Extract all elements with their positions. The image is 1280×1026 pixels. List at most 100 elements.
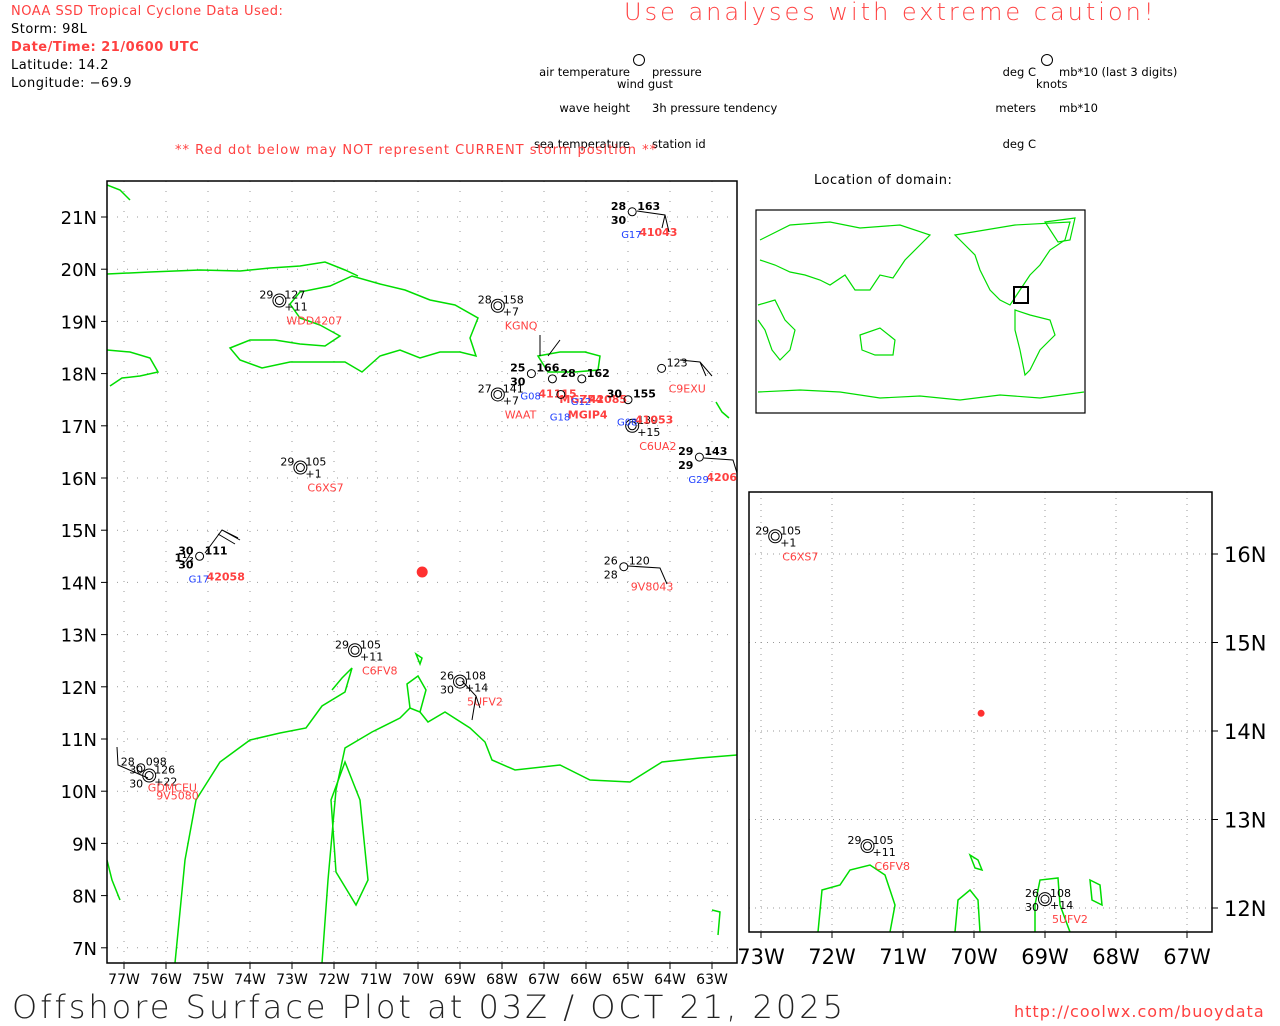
station-circle-icon bbox=[577, 374, 587, 384]
air-temperature: 29 bbox=[755, 524, 769, 537]
pressure-tendency: +7 bbox=[503, 306, 519, 319]
station-5ufv2[interactable]: 2630108+145UFV2 bbox=[440, 670, 503, 709]
station-id: 41053 bbox=[635, 414, 673, 427]
station-circle-icon bbox=[493, 389, 503, 399]
station-wdd4207[interactable]: 29 127+11WDD4207 bbox=[259, 289, 342, 328]
station-circle-icon bbox=[526, 369, 536, 379]
station-id: WDD4207 bbox=[286, 315, 342, 328]
air-temperature: 29 bbox=[335, 638, 349, 651]
station-circle-icon bbox=[694, 452, 704, 462]
station-id: 5UFV2 bbox=[467, 696, 503, 709]
lon-tick-label: 67W bbox=[1163, 945, 1211, 969]
plot-title: Offshore Surface Plot at 03Z / OCT 21, 2… bbox=[12, 988, 846, 1026]
lon-tick-label: 70W bbox=[950, 945, 998, 969]
pressure-tendency: +1 bbox=[780, 536, 796, 549]
pressure: 166 bbox=[536, 362, 559, 375]
station-circle-icon bbox=[144, 771, 154, 781]
wind-barbs bbox=[116, 210, 737, 779]
station-id: GDMCEU bbox=[148, 782, 197, 795]
station-c6fv8[interactable]: 29 105+11C6FV8 bbox=[335, 638, 398, 677]
station-circle-icon bbox=[195, 551, 205, 561]
buoy-tag: G29 bbox=[688, 475, 708, 486]
station-c6fv8[interactable]: 29 105+11C6FV8 bbox=[848, 834, 911, 873]
station-circle-icon bbox=[493, 301, 503, 311]
lat-tick-label: 18N bbox=[61, 365, 97, 386]
lon-tick-label: 73W bbox=[737, 945, 785, 969]
cuba-coastline bbox=[107, 184, 359, 277]
lat-tick-label: 17N bbox=[61, 417, 97, 438]
pressure-tendency: +11 bbox=[873, 846, 896, 859]
sea-temperature: 29 bbox=[678, 459, 693, 472]
sea-temperature: 30 bbox=[440, 684, 454, 697]
station-41043[interactable]: 2830 163 41043G17 bbox=[611, 200, 678, 241]
lat-tick-label: 12N bbox=[61, 678, 97, 699]
lat-tick-label: 21N bbox=[61, 208, 97, 229]
station-circle-icon bbox=[295, 463, 305, 473]
buoy-tag: G12 bbox=[571, 397, 591, 408]
pressure-tendency: +14 bbox=[1050, 899, 1073, 912]
station-id: KGNQ bbox=[505, 320, 538, 333]
lon-tick-label: 67W bbox=[528, 972, 560, 988]
pressure-tendency: +1 bbox=[305, 468, 321, 481]
lon-tick-label: 73W bbox=[276, 972, 308, 988]
air-temperature: 26 bbox=[440, 670, 454, 683]
station-id: C6FV8 bbox=[875, 860, 911, 873]
lat-tick-label: 16N bbox=[61, 469, 97, 490]
lon-tick-label: 65W bbox=[612, 972, 644, 988]
air-temperature: 26 bbox=[604, 555, 618, 568]
station-42058[interactable]: 30301½11142058G17 bbox=[175, 544, 245, 585]
pressure-tendency: +7 bbox=[503, 394, 519, 407]
station-id: 42060 bbox=[706, 471, 745, 484]
pressure: 111 bbox=[205, 544, 228, 557]
world-locator-map bbox=[755, 209, 1086, 414]
buoy-tag: G08 bbox=[617, 418, 637, 429]
sea-temperature: 30 bbox=[510, 376, 526, 389]
lon-tick-label: 72W bbox=[318, 972, 350, 988]
lat-tick-label: 14N bbox=[61, 573, 97, 594]
lon-tick-label: 77W bbox=[108, 972, 140, 988]
lon-tick-label: 69W bbox=[444, 972, 476, 988]
air-temperature: 28 bbox=[611, 200, 626, 213]
lat-tick-label: 14N bbox=[1224, 720, 1266, 744]
paraguana-coastline bbox=[406, 674, 427, 713]
station-c6xs7[interactable]: 29 105+1C6XS7 bbox=[755, 524, 818, 563]
air-temperature: 28 bbox=[478, 294, 492, 307]
surface-map[interactable]: 77W 76W 75W 74W 73W 72W 71W 70W 69W 68W 67W 66W 65W 6… bbox=[0, 0, 1280, 1024]
station-circle-icon bbox=[274, 296, 284, 306]
pressure-tendency: +15 bbox=[637, 426, 660, 439]
lat-tick-label: 13N bbox=[61, 626, 97, 647]
lon-tick-label: 69W bbox=[1021, 945, 1069, 969]
lon-tick-label: 74W bbox=[234, 972, 266, 988]
lon-tick-label: 75W bbox=[192, 972, 224, 988]
pressure: 163 bbox=[637, 200, 660, 213]
station-id: MGIP4 bbox=[568, 408, 608, 421]
station-id: C6UA2 bbox=[639, 440, 676, 453]
air-temperature: 29 bbox=[280, 456, 294, 469]
venezuela-coastline bbox=[321, 707, 737, 963]
station-id: C6FV8 bbox=[362, 664, 398, 677]
lat-tick-label: 13N bbox=[1224, 809, 1266, 833]
buoy-tag: G17 bbox=[189, 574, 209, 585]
storm-position-dot[interactable] bbox=[416, 566, 428, 578]
station-id: 41043 bbox=[639, 226, 677, 239]
station-id: WAAT bbox=[505, 408, 537, 421]
lat-tick-label: 11N bbox=[61, 730, 97, 751]
station-circle-icon bbox=[619, 562, 629, 572]
inset-storm-position-dot[interactable] bbox=[977, 709, 985, 717]
inset-map-stations: 29 105+1C6XS729 105+11C6FV82630108+145UFV2 bbox=[755, 524, 1088, 926]
buoy-tag: G17 bbox=[621, 230, 641, 241]
air-temperature: 29 bbox=[259, 289, 273, 302]
aruba-coastline bbox=[414, 652, 423, 667]
lon-tick-label: 71W bbox=[360, 972, 392, 988]
source-url-link[interactable]: http://coolwx.com/buoydata bbox=[1014, 1002, 1265, 1021]
station-41053[interactable]: 30 155 41053G08 bbox=[607, 388, 674, 429]
station-kgnq[interactable]: 28 158+7KGNQ bbox=[478, 294, 538, 333]
air-temperature: 25 bbox=[510, 362, 525, 375]
station-circle-icon bbox=[1040, 894, 1050, 904]
pressure: 162 bbox=[587, 367, 610, 380]
station-circle-icon bbox=[547, 374, 557, 384]
lon-tick-label: 76W bbox=[150, 972, 182, 988]
station-circle-icon bbox=[863, 841, 872, 851]
lon-tick-label: 64W bbox=[654, 972, 686, 988]
pressure: 123 bbox=[667, 356, 688, 369]
